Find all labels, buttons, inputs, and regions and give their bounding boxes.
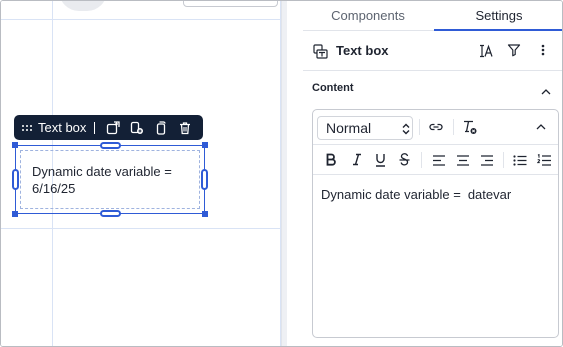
select-updown-icon [402, 122, 410, 140]
toolbar-divider [421, 152, 422, 168]
rich-text-editor: Normal Dynamic date variable = datevar [312, 109, 559, 338]
content-section-header[interactable]: Content [303, 73, 562, 103]
editor-toolbar-format [313, 145, 558, 175]
add-component-icon[interactable] [101, 115, 125, 140]
chevron-up-icon[interactable] [536, 123, 546, 131]
resize-handle-top-right[interactable] [202, 142, 208, 148]
paragraph-style-select[interactable]: Normal [317, 116, 413, 140]
selected-textbox[interactable]: Dynamic date variable = 6/16/25 [12, 142, 208, 217]
textbox-content[interactable]: Dynamic date variable = 6/16/25 [32, 163, 197, 197]
italic-icon[interactable] [352, 153, 362, 166]
resize-handle-bottom[interactable] [100, 210, 121, 217]
canvas-button-stub [183, 1, 278, 7]
content-section-title: Content [312, 82, 354, 94]
toolbar-divider [453, 119, 454, 135]
tab-settings[interactable]: Settings [434, 1, 562, 31]
toolbar-divider [419, 119, 420, 135]
component-header: Text box [303, 31, 562, 71]
text-size-icon[interactable] [478, 43, 494, 64]
resize-handle-right[interactable] [201, 169, 208, 190]
resize-handle-left[interactable] [12, 169, 19, 190]
resize-handle-top-left[interactable] [12, 142, 18, 148]
align-right-icon[interactable] [480, 155, 494, 166]
textbox-floating-toolbar: Text box [14, 115, 203, 140]
duplicate-plus-icon[interactable] [125, 115, 149, 140]
paragraph-style-value: Normal [326, 120, 372, 136]
variable-chip[interactable]: datevar [465, 187, 514, 202]
toolbar-divider [94, 121, 96, 134]
chevron-up-icon[interactable] [541, 83, 551, 101]
layout-guide-horizontal [1, 19, 281, 20]
trash-icon[interactable] [173, 115, 197, 140]
properties-panel: Components Settings Text box Content Nor… [303, 1, 562, 346]
strikethrough-icon[interactable] [399, 153, 410, 167]
component-title: Text box [336, 43, 389, 58]
design-canvas[interactable]: Text box Dynamic date variable = 6/16/25 [1, 1, 287, 346]
filter-icon[interactable] [507, 43, 521, 62]
bullet-list-icon[interactable] [513, 155, 527, 166]
more-options-icon[interactable] [540, 43, 546, 62]
panel-tabs: Components Settings [303, 1, 562, 31]
link-icon[interactable] [428, 120, 444, 134]
align-center-icon[interactable] [456, 155, 470, 166]
drag-handle-icon[interactable] [22, 124, 32, 131]
align-left-icon[interactable] [432, 155, 446, 166]
canvas-scroll-edge [281, 1, 287, 346]
resize-handle-bottom-left[interactable] [12, 211, 18, 217]
underline-icon[interactable] [375, 153, 386, 167]
editor-toolbar-top: Normal [313, 110, 558, 145]
clear-formatting-icon[interactable] [462, 119, 478, 135]
copy-icon[interactable] [149, 115, 173, 140]
layout-guide-horizontal [1, 228, 281, 229]
editor-text: Dynamic date variable = [321, 187, 461, 202]
editor-body[interactable]: Dynamic date variable = datevar [321, 187, 514, 202]
tab-components[interactable]: Components [303, 1, 433, 31]
toolbar-divider [503, 152, 504, 168]
app-frame: Text box Dynamic date variable = 6/16/25 [0, 0, 563, 347]
numbered-list-icon[interactable] [537, 154, 551, 167]
resize-handle-top[interactable] [100, 142, 121, 149]
resize-handle-bottom-right[interactable] [202, 211, 208, 217]
toolbar-component-label: Text box [38, 120, 87, 135]
bold-icon[interactable] [326, 153, 336, 166]
text-box-icon [313, 44, 328, 64]
